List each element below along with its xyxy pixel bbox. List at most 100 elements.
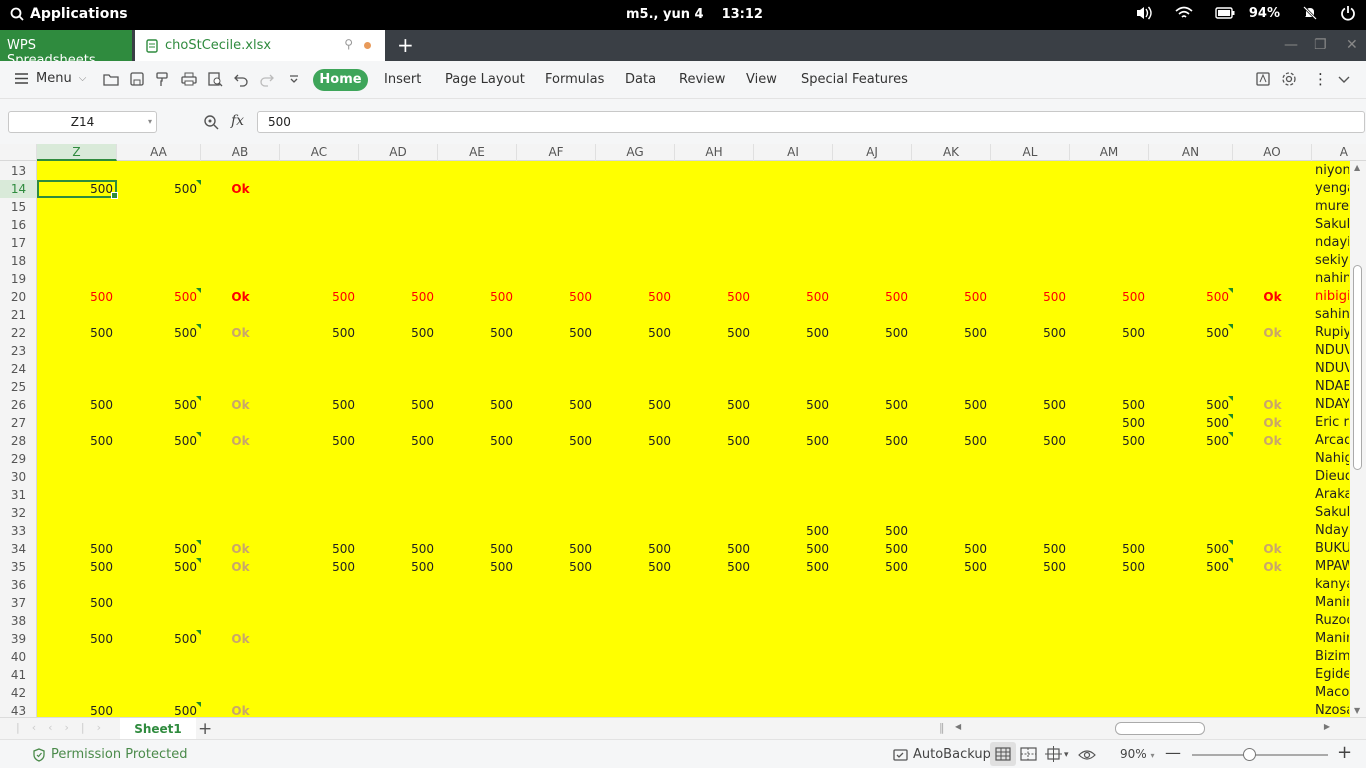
cell-name-row-30[interactable]: Dieud (1315, 468, 1349, 486)
cell-an22[interactable]: 500 (1149, 324, 1233, 342)
cell-ai35[interactable]: 500 (754, 558, 833, 576)
cell-ae26[interactable]: 500 (438, 396, 517, 414)
cell-ai20[interactable]: 500 (754, 288, 833, 306)
cell-z28[interactable]: 500 (37, 432, 117, 450)
cell-an28[interactable]: 500 (1149, 432, 1233, 450)
cell-am35[interactable]: 500 (1070, 558, 1149, 576)
cell-ag20[interactable]: 500 (596, 288, 675, 306)
cell-ae28[interactable]: 500 (438, 432, 517, 450)
row-header-14[interactable]: 14 (0, 180, 37, 198)
new-tab-button[interactable]: + (397, 34, 414, 56)
cell-ac22[interactable]: 500 (280, 324, 359, 342)
row-header-40[interactable]: 40 (0, 648, 37, 666)
scroll-right-arrow-icon[interactable]: ▶ (1324, 722, 1330, 731)
cell-aj35[interactable]: 500 (833, 558, 912, 576)
tab-review[interactable]: Review (679, 72, 725, 87)
vertical-scrollbar[interactable]: ▲ ▼ (1350, 161, 1366, 717)
page-break-view-icon[interactable] (1020, 746, 1037, 762)
cell-ak20[interactable]: 500 (912, 288, 991, 306)
function-icon[interactable]: fx (231, 113, 244, 129)
tab-formulas[interactable]: Formulas (545, 72, 604, 87)
cell-am26[interactable]: 500 (1070, 396, 1149, 414)
row-header-29[interactable]: 29 (0, 450, 37, 468)
cell-ac28[interactable]: 500 (280, 432, 359, 450)
cell-ac20[interactable]: 500 (280, 288, 359, 306)
cell-aj33[interactable]: 500 (833, 522, 912, 540)
cell-aa43[interactable]: 500 (117, 702, 201, 717)
cell-ae34[interactable]: 500 (438, 540, 517, 558)
column-header-ab[interactable]: AB (201, 144, 280, 161)
column-header-am[interactable]: AM (1070, 144, 1149, 161)
cell-name-row-16[interactable]: Sakul (1315, 216, 1349, 234)
row-header-16[interactable]: 16 (0, 216, 37, 234)
cell-ae22[interactable]: 500 (438, 324, 517, 342)
cell-am22[interactable]: 500 (1070, 324, 1149, 342)
open-folder-icon[interactable] (103, 71, 119, 87)
restore-button[interactable]: ❐ (1314, 37, 1327, 53)
cell-name-row-13[interactable]: niyon (1315, 162, 1349, 180)
power-icon[interactable] (1340, 5, 1356, 21)
row-header-18[interactable]: 18 (0, 252, 37, 270)
cell-ab39[interactable]: Ok (201, 630, 280, 648)
cell-ab43[interactable]: Ok (201, 702, 280, 717)
text-box-icon[interactable] (1255, 71, 1271, 87)
cell-al28[interactable]: 500 (991, 432, 1070, 450)
cell-am34[interactable]: 500 (1070, 540, 1149, 558)
cell-ag35[interactable]: 500 (596, 558, 675, 576)
column-header-ad[interactable]: AD (359, 144, 438, 161)
cell-ai33[interactable]: 500 (754, 522, 833, 540)
row-header-32[interactable]: 32 (0, 504, 37, 522)
row-header-36[interactable]: 36 (0, 576, 37, 594)
cell-ab22[interactable]: Ok (201, 324, 280, 342)
zoom-in-button[interactable]: + (1337, 742, 1352, 763)
column-header-ag[interactable]: AG (596, 144, 675, 161)
cell-an35[interactable]: 500 (1149, 558, 1233, 576)
cell-ad26[interactable]: 500 (359, 396, 438, 414)
quick-access-dropdown-icon[interactable] (286, 71, 302, 87)
cell-z20[interactable]: 500 (37, 288, 117, 306)
column-header-next[interactable]: A (1312, 144, 1366, 161)
cell-name-row-37[interactable]: Manir (1315, 594, 1349, 612)
row-header-24[interactable]: 24 (0, 360, 37, 378)
tab-wps-spreadsheets[interactable]: WPS Spreadsheets (0, 30, 132, 68)
cell-al22[interactable]: 500 (991, 324, 1070, 342)
format-painter-icon[interactable] (155, 71, 171, 87)
cell-an34[interactable]: 500 (1149, 540, 1233, 558)
row-header-26[interactable]: 26 (0, 396, 37, 414)
cell-name-row-31[interactable]: Araka (1315, 486, 1349, 504)
cell-ao27[interactable]: Ok (1233, 414, 1312, 432)
column-header-aj[interactable]: AJ (833, 144, 912, 161)
zoom-slider-knob[interactable] (1243, 748, 1256, 761)
row-header-37[interactable]: 37 (0, 594, 37, 612)
row-header-13[interactable]: 13 (0, 162, 37, 180)
cell-aa14[interactable]: 500 (117, 180, 201, 198)
autobackup-button[interactable]: AutoBackup (893, 747, 991, 762)
sheet-tab-sheet1[interactable]: Sheet1 (120, 718, 196, 740)
chevron-down-icon[interactable]: ▾ (148, 112, 152, 132)
cell-name-row-29[interactable]: Nahig (1315, 450, 1349, 468)
cell-af35[interactable]: 500 (517, 558, 596, 576)
cell-ai28[interactable]: 500 (754, 432, 833, 450)
cell-name-row-15[interactable]: mure (1315, 198, 1349, 216)
cell-ah22[interactable]: 500 (675, 324, 754, 342)
print-icon[interactable] (181, 71, 197, 87)
cell-al20[interactable]: 500 (991, 288, 1070, 306)
column-header-ak[interactable]: AK (912, 144, 991, 161)
cell-name-row-21[interactable]: sahin (1315, 306, 1349, 324)
cell-name-row-17[interactable]: ndayi (1315, 234, 1349, 252)
zoom-slider-track[interactable] (1192, 754, 1328, 756)
cell-ah35[interactable]: 500 (675, 558, 754, 576)
cell-z39[interactable]: 500 (37, 630, 117, 648)
cell-ao28[interactable]: Ok (1233, 432, 1312, 450)
zoom-level[interactable]: 90% ▾ (1120, 747, 1155, 761)
chevron-down-icon[interactable]: ▾ (1064, 750, 1069, 760)
unsaved-dot[interactable] (364, 42, 371, 49)
tab-data[interactable]: Data (625, 72, 656, 87)
menu-button[interactable]: Menu ⌵ (14, 71, 86, 86)
notifications-muted-icon[interactable] (1302, 5, 1318, 21)
tab-page-layout[interactable]: Page Layout (445, 72, 525, 87)
cell-name-row-38[interactable]: Ruzoo (1315, 612, 1349, 630)
cell-name-row-36[interactable]: kanya (1315, 576, 1349, 594)
cell-name-row-43[interactable]: Nzosa (1315, 702, 1349, 717)
row-header-33[interactable]: 33 (0, 522, 37, 540)
